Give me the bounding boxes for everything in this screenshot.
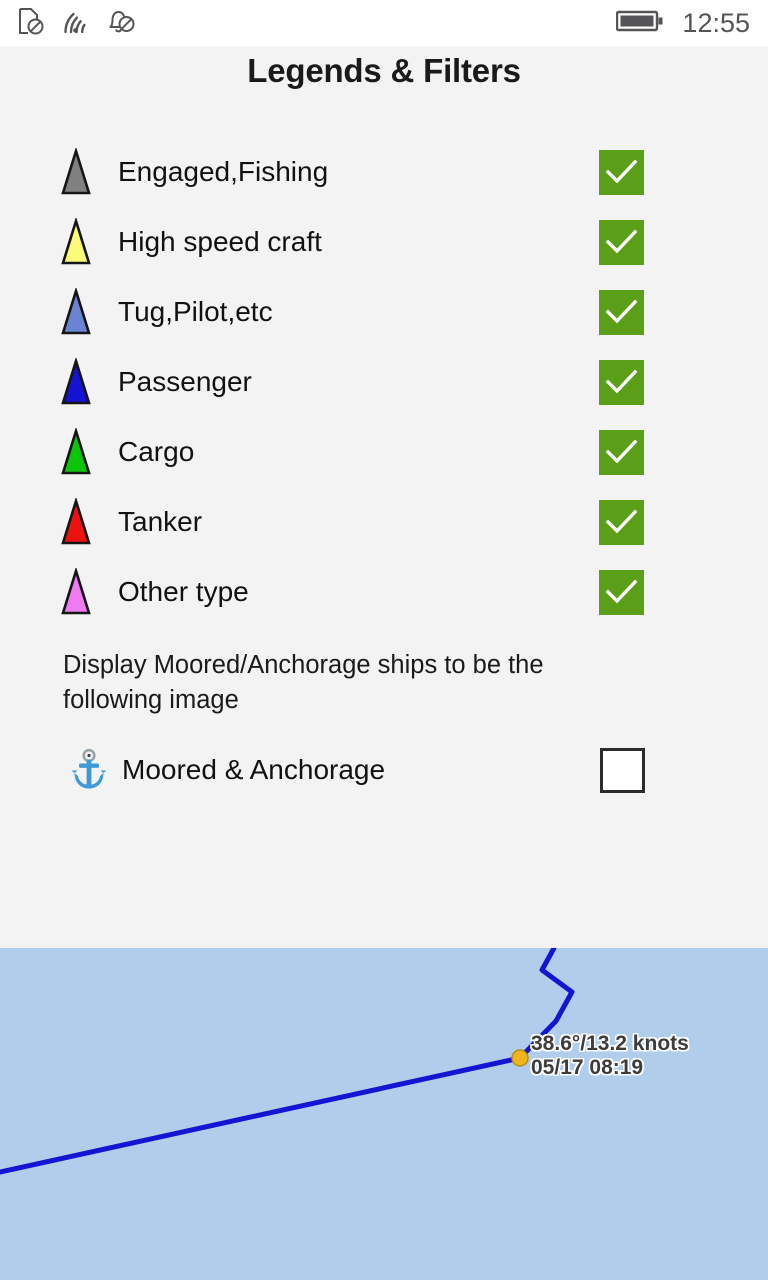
legend-row-cargo[interactable]: Cargo (0, 417, 768, 487)
legend-filter-list: Engaged,Fishing High speed craft Tug,Pil… (0, 137, 768, 627)
status-bar-left-icons (18, 7, 136, 40)
status-bar-clock: 12:55 (682, 7, 750, 38)
legend-checkbox-passenger[interactable] (599, 359, 644, 405)
anchor-icon (60, 748, 118, 792)
legend-row-tanker[interactable]: Tanker (0, 487, 768, 557)
legend-checkbox-engaged-fishing[interactable] (599, 149, 644, 195)
track-line-southwest (0, 1055, 523, 1175)
legend-checkbox-tanker[interactable] (599, 499, 644, 545)
ship-triangle-icon (58, 428, 116, 476)
legend-label: Tug,Pilot,etc (118, 296, 273, 327)
legend-checkbox-high-speed-craft[interactable] (599, 219, 644, 265)
moored-anchorage-label: Moored & Anchorage (122, 754, 386, 785)
legend-checkbox-cargo[interactable] (599, 429, 644, 475)
status-bar-right: 12:55 (616, 0, 750, 46)
battery-full-icon (616, 9, 664, 38)
app-screen: 12:55 Legends & Filters Engaged,Fishing (0, 0, 768, 1280)
notification-off-icon (106, 7, 136, 40)
track-waypoint-dot[interactable] (511, 1049, 529, 1067)
legend-row-high-speed-craft[interactable]: High speed craft (0, 207, 768, 277)
track-waypoint-timestamp: 05/17 08:19 (531, 1056, 644, 1079)
ship-triangle-icon (58, 288, 116, 336)
legend-label: Cargo (118, 436, 195, 467)
ship-triangle-icon (58, 498, 116, 546)
track-waypoint-label: 38.6°/13.2 knots 05/17 08:19 (531, 1032, 689, 1080)
wifi-icon (60, 7, 90, 40)
ship-triangle-icon (58, 148, 116, 196)
track-waypoint-course-speed: 38.6°/13.2 knots (531, 1032, 689, 1055)
ship-triangle-icon (58, 358, 116, 406)
page-title: Legends & Filters (247, 52, 521, 89)
ship-triangle-icon (58, 218, 116, 266)
legend-row-engaged-fishing[interactable]: Engaged,Fishing (0, 137, 768, 207)
legend-label: Engaged,Fishing (118, 156, 329, 187)
sim-card-off-icon (18, 7, 44, 40)
legend-checkbox-other-type[interactable] (599, 569, 644, 615)
legend-row-other-type[interactable]: Other type (0, 557, 768, 627)
legend-label: Other type (118, 576, 249, 607)
moored-note-text: Display Moored/Anchorage ships to be the… (63, 651, 544, 714)
legend-label: High speed craft (118, 226, 322, 257)
ship-triangle-icon (58, 568, 116, 616)
map-preview[interactable] (0, 948, 768, 1280)
moored-anchorage-row[interactable]: Moored & Anchorage (0, 738, 768, 802)
legend-row-tug-pilot-etc[interactable]: Tug,Pilot,etc (0, 277, 768, 347)
legend-checkbox-tug-pilot-etc[interactable] (599, 289, 644, 335)
legend-row-passenger[interactable]: Passenger (0, 347, 768, 417)
status-bar: 12:55 (0, 0, 768, 46)
legend-label: Tanker (118, 506, 203, 537)
moored-anchorage-checkbox[interactable] (600, 747, 645, 793)
legend-label: Passenger (118, 366, 252, 397)
vessel-track (0, 948, 575, 1175)
